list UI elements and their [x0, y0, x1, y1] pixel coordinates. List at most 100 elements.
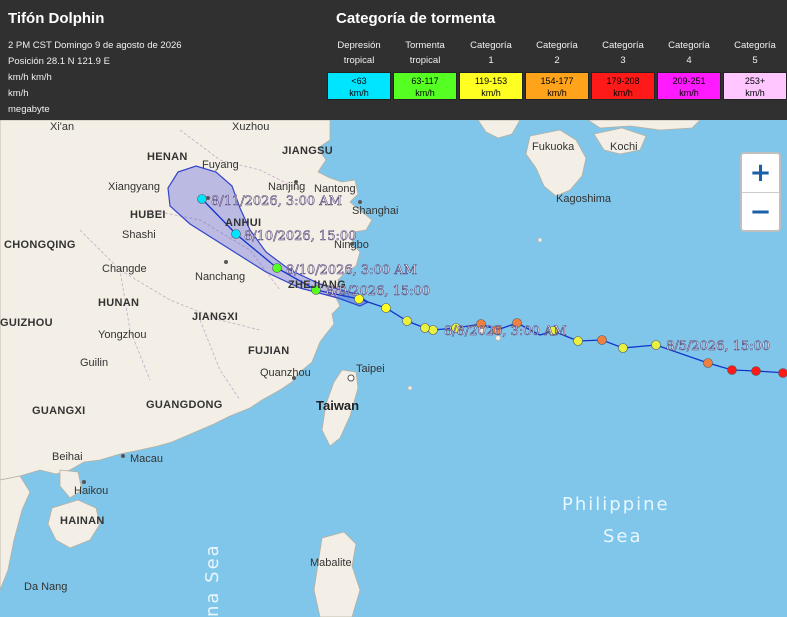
place-label: Quanzhou	[260, 367, 311, 379]
legend-category-label: Tormenta tropical	[392, 38, 458, 72]
place-label: HUNAN	[98, 297, 139, 309]
place-label: Changde	[102, 263, 147, 275]
track-point	[573, 336, 583, 346]
legend-swatch: 253+ km/h	[723, 72, 787, 100]
legend-range: 253+	[744, 76, 766, 86]
place-label: GUIZHOU	[0, 317, 53, 329]
track-point	[402, 316, 412, 326]
place-label: Macau	[130, 453, 163, 465]
track-point	[651, 340, 661, 350]
place-label: Yongzhou	[98, 329, 147, 341]
storm-pressure: megabyte	[8, 104, 50, 115]
legend-category: Tormenta tropical 63-117 km/h	[392, 38, 458, 100]
legend-range: 209-251	[672, 76, 706, 86]
place-label: Taipei	[356, 363, 385, 375]
legend-swatch: 179-208 km/h	[591, 72, 655, 100]
legend-category-sub: 1	[488, 55, 494, 66]
legend-category-label: Categoría 2	[524, 38, 590, 72]
legend-category-sub: 5	[752, 55, 758, 66]
legend-category-sub: 3	[620, 55, 626, 66]
storm-datetime: 2 PM CST Domingo 9 de agosto de 2026	[8, 40, 182, 51]
legend-category: Categoría 2 154-177 km/h	[524, 38, 590, 100]
place-label: Mabalite	[310, 557, 352, 569]
place-label: Xi'an	[50, 121, 74, 133]
legend-category: Depresión tropical <63 km/h	[326, 38, 392, 100]
track-time-label: 8/8/2026, 3:00 AM	[444, 324, 567, 339]
legend-category-name: Tormenta	[405, 40, 445, 51]
legend-swatch: 119-153 km/h	[459, 72, 523, 100]
sea-label: Sea	[603, 526, 643, 547]
track-point	[778, 368, 787, 378]
luzon-island	[313, 531, 361, 617]
legend-category-name: Categoría	[536, 40, 578, 51]
place-label: ANHUI	[225, 217, 261, 229]
legend-category-sub: 4	[686, 55, 692, 66]
legend-category-sub: tropical	[409, 55, 441, 66]
place-label: Shanghai	[352, 205, 399, 217]
track-time-label: 8/10/2026, 15:00	[244, 229, 356, 244]
legend-category: Categoría 5 253+ km/h	[722, 38, 787, 100]
track-time-label: 8/11/2026, 3:00 AM	[211, 194, 342, 209]
place-label: Fuyang	[202, 159, 239, 171]
storm-title: Tifón Dolphin	[8, 10, 105, 27]
track-point	[381, 303, 391, 313]
storm-details: 2 PM CST Domingo 9 de agosto de 2026 Pos…	[8, 38, 182, 118]
place-label: Da Nang	[24, 581, 67, 593]
legend-swatch: 63-117 km/h	[393, 72, 457, 100]
track-point	[420, 323, 430, 333]
place-label: Fukuoka	[532, 141, 575, 153]
legend-category: Categoría 1 119-153 km/h	[458, 38, 524, 100]
zoom-out-button[interactable]: −	[742, 192, 779, 230]
legend-unit: km/h	[415, 88, 435, 98]
place-label: JIANGXI	[192, 311, 238, 323]
legend-swatch: 154-177 km/h	[525, 72, 589, 100]
legend-category-name: Categoría	[668, 40, 710, 51]
place-label: HAINAN	[60, 515, 105, 527]
storm-wind: km/h km/h	[8, 72, 52, 83]
track-point	[727, 365, 737, 375]
legend-range: 179-208	[606, 76, 640, 86]
legend-unit: km/h	[745, 88, 765, 98]
track-point	[597, 335, 607, 345]
zoom-in-button[interactable]: +	[742, 154, 779, 192]
place-label: Taiwan	[316, 398, 359, 413]
track-point	[428, 325, 438, 335]
place-label: HENAN	[147, 151, 188, 163]
legend-unit: km/h	[481, 88, 501, 98]
place-label: FUJIAN	[248, 345, 290, 357]
legend-category: Categoría 4 209-251 km/h	[656, 38, 722, 100]
forecast-point	[231, 229, 241, 239]
place-label: Kagoshima	[556, 193, 612, 205]
track-point	[618, 343, 628, 353]
legend-range: <63	[351, 76, 367, 86]
place-label: Xuzhou	[232, 121, 269, 133]
place-label: JIANGSU	[282, 145, 333, 157]
track-time-label: 8/9/2026, 15:00	[326, 284, 430, 299]
place-label: Beihai	[52, 451, 83, 463]
legend-unit: km/h	[547, 88, 567, 98]
legend-swatch: 209-251 km/h	[657, 72, 721, 100]
track-time-label: 8/10/2026, 3:00 AM	[286, 263, 417, 278]
place-label: Shashi	[122, 229, 156, 241]
sea-label: na Sea	[202, 543, 223, 617]
legend-category-sub: 2	[554, 55, 560, 66]
legend-range: 63-117	[411, 76, 439, 86]
map-view[interactable]: Xi'an Xuzhou HENAN JIANGSU Fuyang Xiangy…	[0, 120, 787, 617]
legend-unit: km/h	[613, 88, 633, 98]
storm-position: Posición 28.1 N 121.9 E	[8, 56, 110, 67]
place-label: Haikou	[74, 485, 108, 497]
legend-category-name: Depresión	[337, 40, 381, 51]
legend-category-label: Categoría 5	[722, 38, 787, 72]
place-label: Kochi	[610, 141, 638, 153]
legend-category-name: Categoría	[602, 40, 644, 51]
legend-category: Categoría 3 179-208 km/h	[590, 38, 656, 100]
place-label: Xiangyang	[108, 181, 160, 193]
legend-category-label: Depresión tropical	[326, 38, 392, 72]
legend-swatch: <63 km/h	[327, 72, 391, 100]
legend-range: 119-153	[474, 76, 508, 86]
legend-category-name: Categoría	[470, 40, 512, 51]
storm-info-panel: Tifón Dolphin 2 PM CST Domingo 9 de agos…	[0, 0, 787, 120]
sea-label: Philippine	[562, 494, 670, 515]
place-label: Guilin	[80, 357, 108, 369]
category-legend: Depresión tropical <63 km/h Tormenta tropical…	[326, 38, 787, 100]
